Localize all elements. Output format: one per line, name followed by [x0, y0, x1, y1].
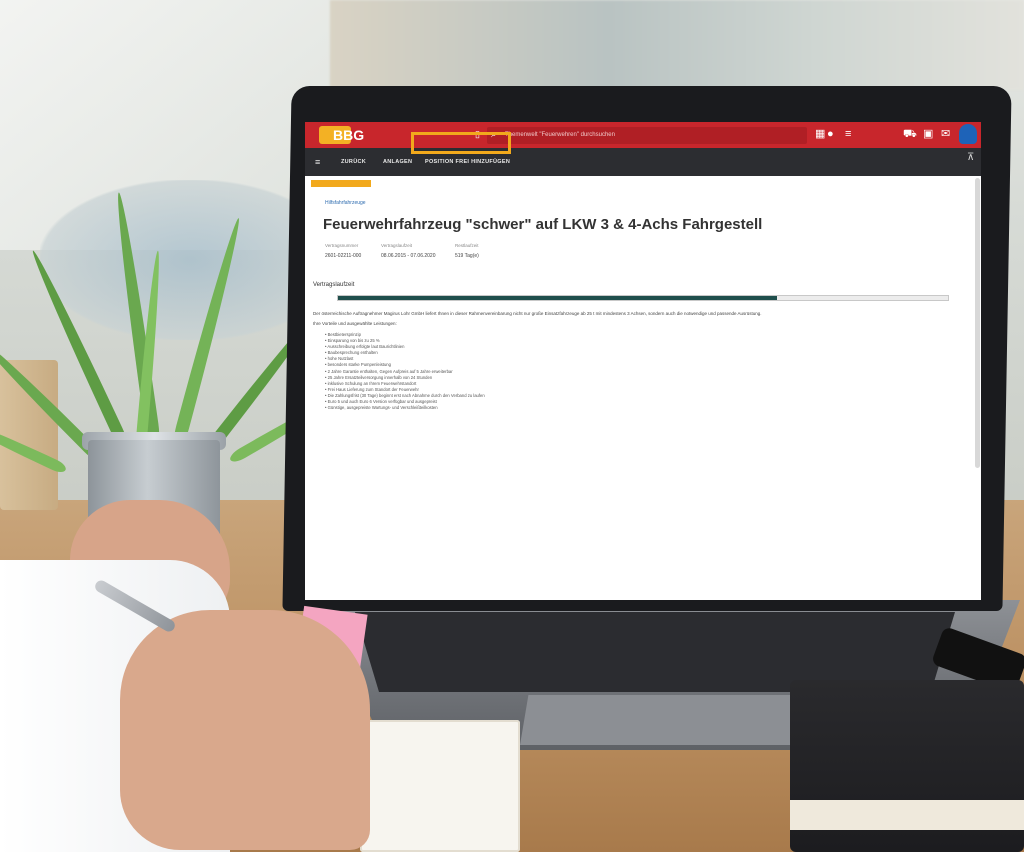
advantage-item: • Günstige, ausgepreiste Wartungs- und V… [325, 405, 438, 411]
attachments-button[interactable]: ANLAGEN [383, 148, 412, 176]
contract-term-value: 08.06.2015 - 07.06.2020 [381, 253, 436, 259]
page-title: Feuerwehrfahrzeug "schwer" auf LKW 3 & 4… [323, 216, 763, 233]
contract-term-heading: Vertragslaufzeit [313, 282, 355, 288]
search-placeholder: Themenwelt "Feuerwehren" durchsuchen [505, 132, 615, 138]
scrollbar[interactable] [975, 178, 980, 468]
description-text: Der österreichische Auftragnehmer Magiru… [313, 311, 762, 316]
collapse-icon[interactable]: ⊼ [967, 152, 974, 163]
contract-number-value: 2601-02211-000 [325, 253, 362, 259]
breadcrumb[interactable]: Hilfsfahrfahrzeuge [325, 200, 366, 206]
contract-term-label: Vertragslaufzeit [381, 243, 413, 248]
search-input[interactable]: ⌕ Themenwelt "Feuerwehren" durchsuchen [487, 127, 807, 144]
menu-icon[interactable]: ≡ [845, 127, 851, 141]
cart-icon[interactable]: ⛟ [903, 127, 917, 141]
highlight-frame [411, 132, 511, 154]
notebook-pages [790, 800, 1024, 830]
hamburger-icon[interactable]: ≡ [315, 148, 321, 176]
contract-progress-bar [337, 295, 949, 301]
remaining-term-value: 519 Tag(e) [455, 253, 479, 259]
note-icon[interactable]: ▣ [923, 127, 933, 141]
contract-progress-fill [338, 296, 778, 300]
advantages-list: • Bestbietersprinzip • Einsparung von bis… [325, 332, 485, 411]
back-button[interactable]: ZURÜCK [341, 148, 366, 176]
laptop-trackpad [520, 695, 800, 745]
mail-icon[interactable]: ✉ [941, 127, 950, 141]
contract-number-label: Vertragsnummer [325, 243, 359, 248]
user-icon[interactable] [959, 124, 977, 144]
background-shelf [330, 0, 1024, 90]
status-tag [311, 180, 371, 187]
hand-right [120, 610, 370, 850]
toggle-icon[interactable]: ● [827, 127, 834, 141]
action-bar: ≡ ZURÜCK ANLAGEN POSITION FREI HINZUFÜGE… [305, 148, 981, 176]
app-header: BBG ▯ ⌕ Themenwelt "Feuerwehren" durchsu… [305, 122, 981, 148]
advantages-heading: Ihre Vorteile und ausgewählte Leistungen… [313, 321, 397, 326]
logo-text[interactable]: BBG [333, 126, 364, 144]
notepad [360, 720, 520, 852]
laptop-screen: BBG ▯ ⌕ Themenwelt "Feuerwehren" durchsu… [305, 122, 981, 600]
remaining-term-label: Restlaufzeit [455, 243, 479, 248]
grid-icon[interactable]: ▦ [815, 127, 825, 141]
